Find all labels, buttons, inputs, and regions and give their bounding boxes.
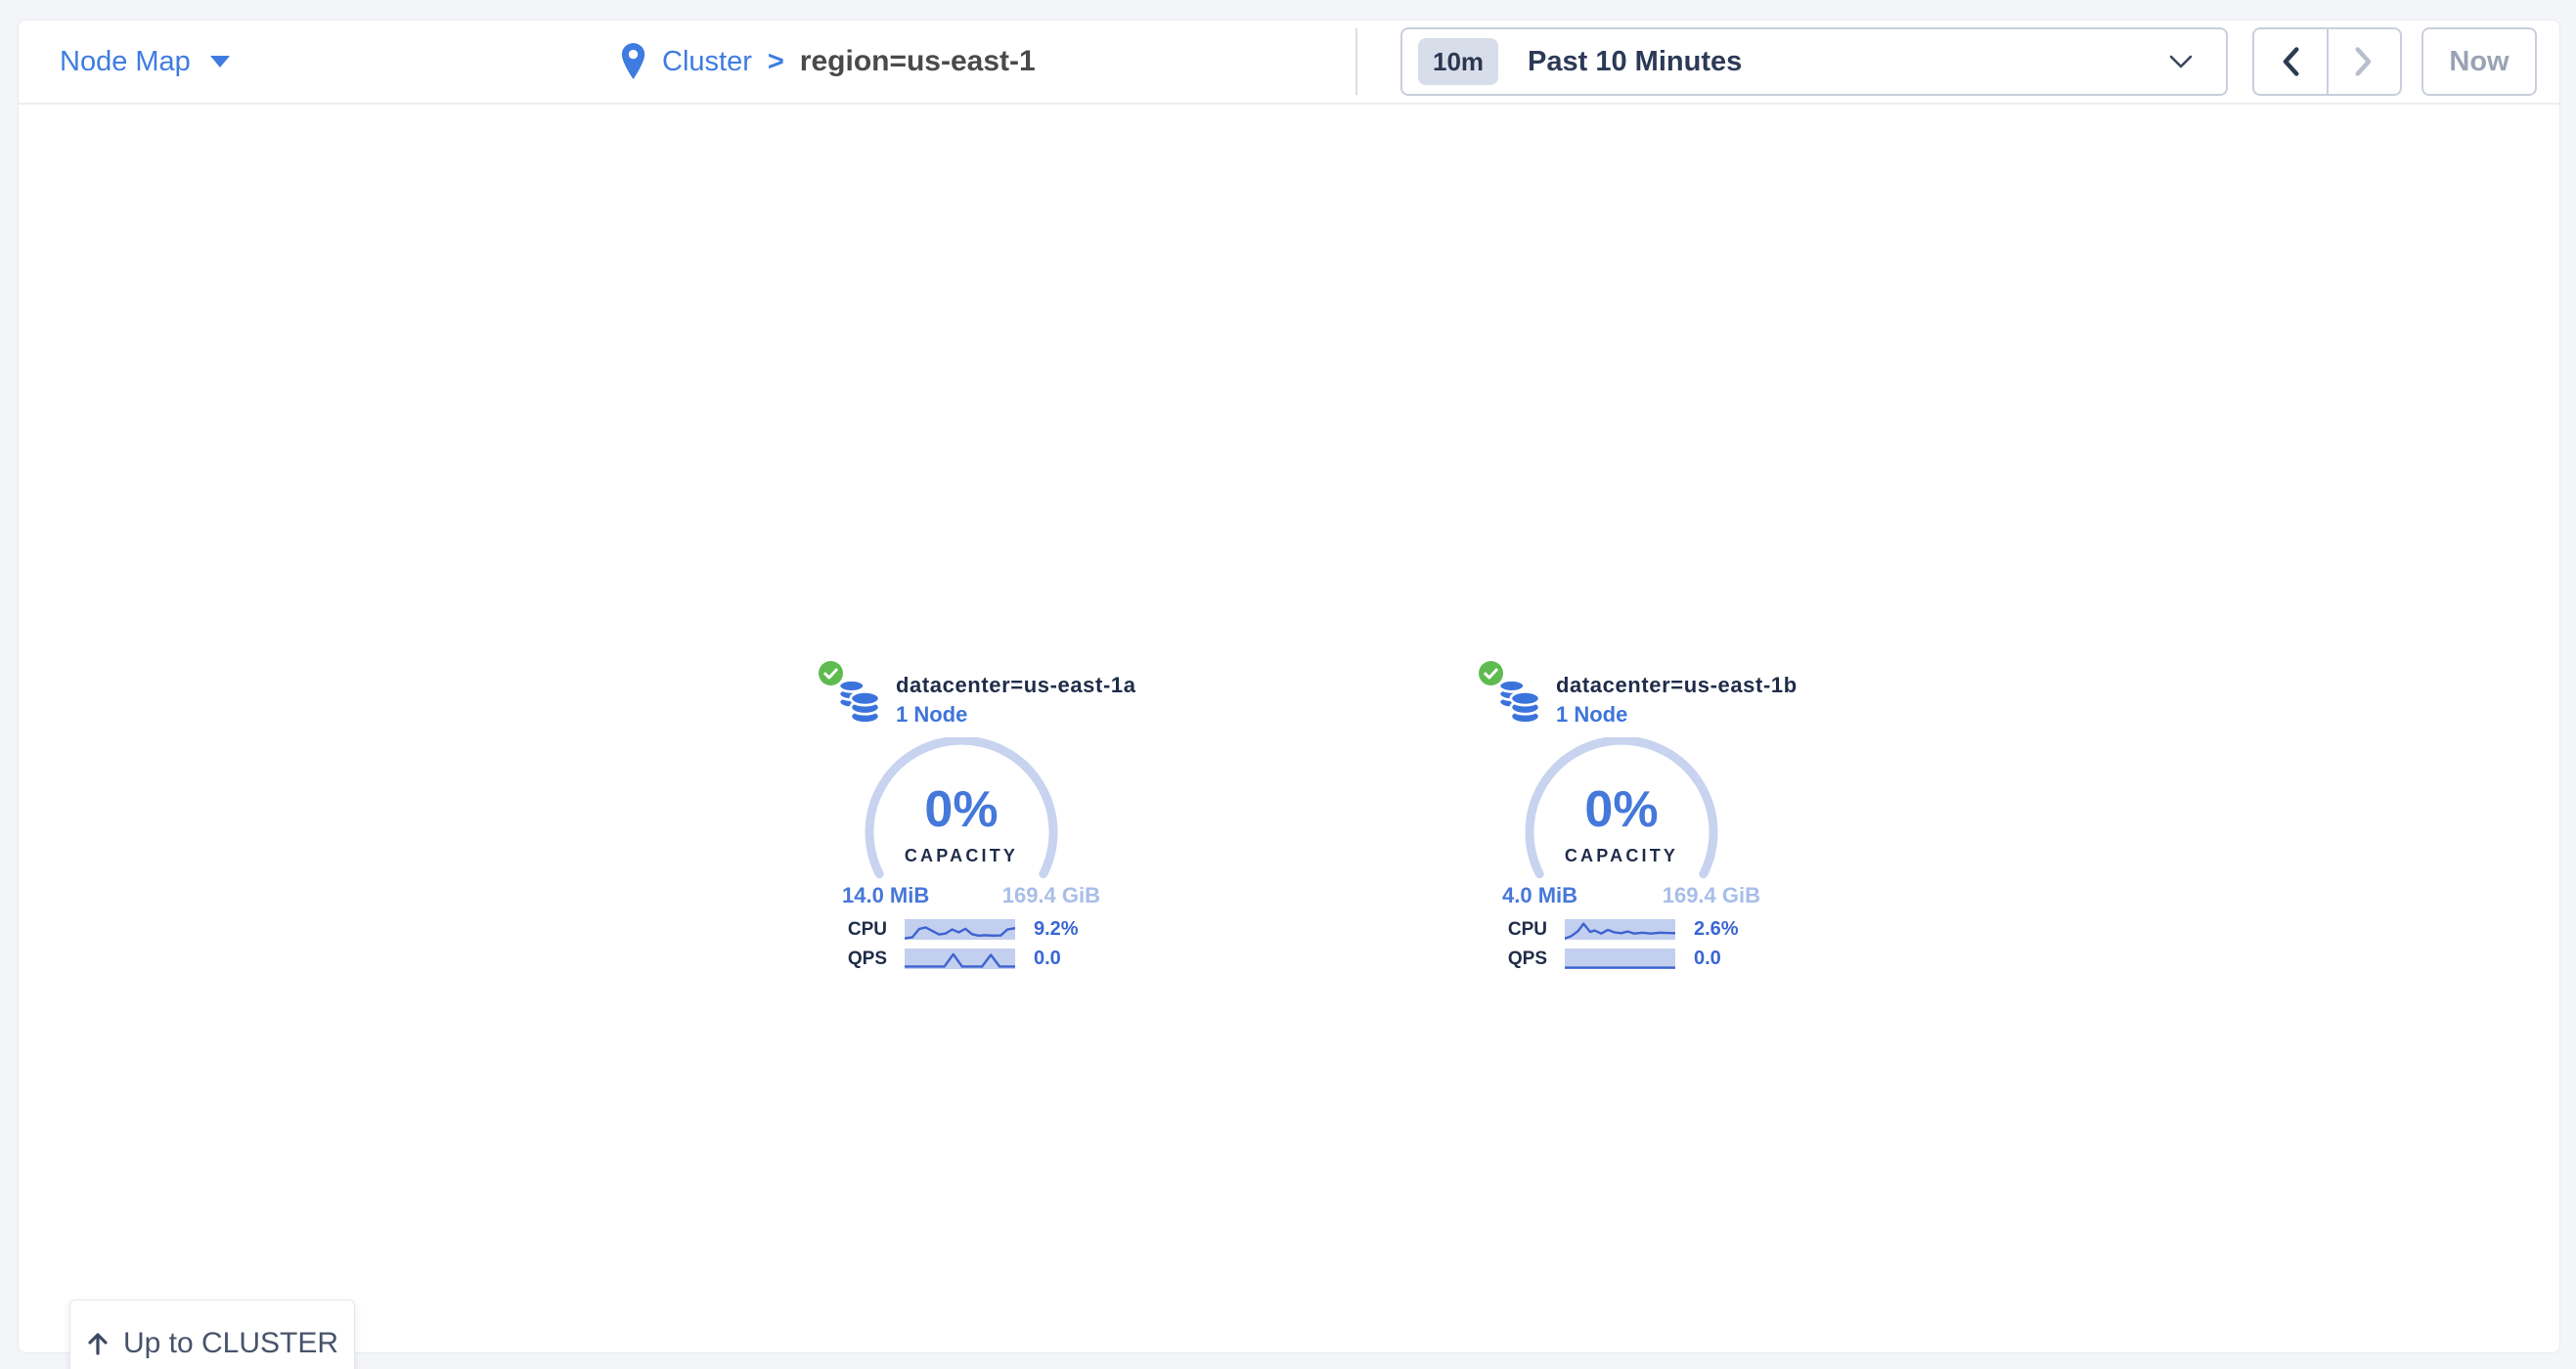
breadcrumb: Cluster > region=us-east-1: [620, 21, 1036, 103]
qps-value: 0.0: [1034, 949, 1061, 969]
capacity-used: 14.0 MiB: [842, 883, 929, 908]
cpu-value: 9.2%: [1034, 919, 1079, 940]
capacity-percent: 0%: [1465, 784, 1778, 835]
breadcrumb-separator: >: [768, 46, 784, 78]
qps-sparkline: [1565, 949, 1675, 969]
capacity-label: CAPACITY: [1465, 846, 1778, 866]
capacity-values: 14.0 MiB 169.4 GiB: [842, 883, 1100, 908]
up-to-cluster-label: Up to CLUSTER: [123, 1327, 338, 1360]
now-button[interactable]: Now: [2421, 27, 2537, 96]
main-panel: Node Map Cluster > region=us-east-1 10m …: [18, 20, 2560, 1353]
capacity-total: 169.4 GiB: [1002, 883, 1100, 908]
view-selector-label: Node Map: [60, 46, 191, 78]
capacity-used: 4.0 MiB: [1502, 883, 1577, 908]
view-selector-dropdown[interactable]: Node Map: [60, 21, 230, 103]
breadcrumb-current: region=us-east-1: [800, 45, 1036, 78]
time-range-badge: 10m: [1418, 38, 1498, 85]
step-forward-button[interactable]: [2329, 29, 2401, 94]
node-map-screen: Node Map Cluster > region=us-east-1 10m …: [0, 0, 2576, 1369]
locality-titles: datacenter=us-east-1b 1 Node: [1556, 672, 1798, 729]
up-to-cluster-button[interactable]: Up to CLUSTER: [69, 1300, 355, 1369]
chevron-left-icon: [2280, 47, 2301, 76]
locality-titles: datacenter=us-east-1a 1 Node: [896, 672, 1136, 729]
chevron-right-icon: [2353, 47, 2375, 76]
qps-value: 0.0: [1694, 949, 1721, 969]
header-bar: Node Map Cluster > region=us-east-1 10m …: [19, 21, 2559, 105]
locality-title: datacenter=us-east-1a: [896, 672, 1136, 699]
cpu-sparkline: [905, 919, 1015, 940]
arrow-up-icon: [86, 1331, 110, 1356]
capacity-percent: 0%: [805, 784, 1118, 835]
databases-icon: [1498, 678, 1541, 725]
capacity-label: CAPACITY: [805, 846, 1118, 866]
capacity-total: 169.4 GiB: [1663, 883, 1760, 908]
chevron-down-icon: [2169, 55, 2193, 68]
locality-card-us-east-1b[interactable]: datacenter=us-east-1b 1 Node 0% CAPACITY…: [1465, 658, 1778, 991]
time-step-buttons: [2252, 27, 2402, 96]
time-range-select[interactable]: 10m Past 10 Minutes: [1400, 27, 2228, 96]
step-back-button[interactable]: [2254, 29, 2329, 94]
qps-label: QPS: [805, 949, 887, 969]
cpu-label: CPU: [805, 919, 887, 940]
time-range-label: Past 10 Minutes: [1528, 46, 1742, 78]
cpu-value: 2.6%: [1694, 919, 1739, 940]
qps-label: QPS: [1465, 949, 1547, 969]
locality-card-us-east-1a[interactable]: datacenter=us-east-1a 1 Node 0% CAPACITY…: [805, 658, 1118, 991]
locality-title: datacenter=us-east-1b: [1556, 672, 1798, 699]
header-divider: [1355, 28, 1357, 95]
qps-sparkline: [905, 949, 1015, 969]
cpu-label: CPU: [1465, 919, 1547, 940]
locality-node-count: 1 Node: [896, 701, 1136, 729]
location-pin-icon: [620, 42, 646, 81]
breadcrumb-cluster-link[interactable]: Cluster: [662, 46, 752, 78]
databases-icon: [838, 678, 881, 725]
node-map-canvas: datacenter=us-east-1a 1 Node 0% CAPACITY…: [19, 105, 2559, 1352]
cpu-sparkline: [1565, 919, 1675, 940]
caret-down-icon: [210, 56, 230, 67]
capacity-values: 4.0 MiB 169.4 GiB: [1502, 883, 1760, 908]
locality-node-count: 1 Node: [1556, 701, 1798, 729]
